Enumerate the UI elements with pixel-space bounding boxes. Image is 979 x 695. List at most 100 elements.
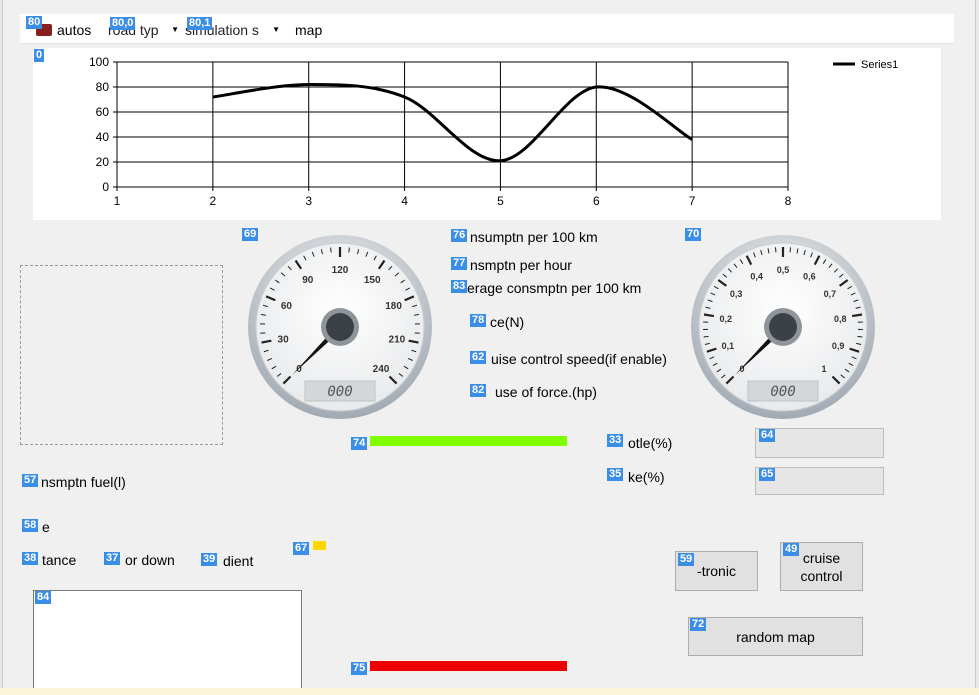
gauge-hub-inner: [769, 313, 797, 341]
tag-65: 65: [759, 468, 776, 481]
y-tick-label: 0: [102, 180, 109, 194]
label-58: e: [42, 519, 50, 535]
series-line: [212, 82, 693, 163]
yellow-indicator: [313, 541, 326, 550]
tag-74: 74: [351, 437, 368, 450]
gauge-hub-inner: [326, 313, 354, 341]
consumption-100km-label: nsumptn per 100 km: [470, 229, 598, 245]
tag-72: 72: [690, 618, 707, 631]
gauge-minor-tick: [348, 247, 350, 253]
brake-label: ke(%): [628, 469, 665, 485]
green-progress-bar: [370, 436, 567, 446]
gauge-tick-label: 240: [373, 364, 390, 375]
x-tick-label: 6: [593, 194, 600, 208]
consumption-hour-label: nsmptn per hour: [470, 257, 572, 273]
x-tick-label: 4: [401, 194, 408, 208]
tag-59: 59: [678, 553, 695, 566]
x-tick-label: 3: [305, 194, 312, 208]
gauge-tick-label: 0,7: [824, 289, 837, 299]
map-menu[interactable]: map: [295, 14, 322, 44]
tag-76: 76: [451, 229, 468, 242]
gauge-minor-tick: [857, 335, 863, 338]
tag-39: 39: [201, 553, 218, 566]
avg-consumption-label: erage consmptn per 100 km: [467, 280, 642, 296]
gauge-major-tick: [703, 313, 715, 318]
tag-64: 64: [759, 429, 776, 442]
gauge-tick-label: 150: [364, 275, 381, 286]
chevron-down-icon: ▼: [272, 25, 280, 34]
cruise-control-button-label: cruise control: [800, 549, 843, 584]
tag-57: 57: [22, 474, 39, 487]
gauge-tick-label: 0,3: [730, 289, 743, 299]
line-chart: 1 2 3 4 5 6 7 8 0 20 40 60 80 100 Series1: [33, 48, 941, 220]
gauge-tick-label: 0,4: [750, 271, 763, 281]
gauge-tick-label: 0,1: [722, 341, 735, 351]
random-map-button-label: random map: [736, 628, 815, 645]
gauge-tick-label: 90: [302, 275, 314, 286]
random-map-button[interactable]: random map: [688, 617, 863, 656]
gauge-tick-label: 1: [822, 364, 827, 374]
y-tick-label: 80: [96, 80, 110, 94]
y-tick-label: 100: [89, 55, 109, 69]
tag-77: 77: [451, 257, 468, 270]
chevron-down-icon: ▼: [171, 25, 179, 34]
tag-35: 35: [607, 468, 624, 481]
distance-label: tance: [42, 552, 77, 568]
gauge-major-tick: [851, 313, 863, 318]
tag-78: 78: [470, 314, 487, 327]
throttle-gauge: 00,10,20,30,40,50,60,70,80,91000: [691, 235, 875, 419]
tag-38: 38: [22, 552, 39, 565]
image-panel: [20, 265, 223, 445]
gauge-minor-tick: [703, 335, 709, 338]
gauge-tick-label: 0,6: [803, 271, 816, 281]
x-tick-label: 2: [210, 194, 217, 208]
tag-83: 83: [451, 280, 468, 293]
red-progress-bar: [370, 661, 567, 671]
window-left-edge: [0, 0, 3, 695]
tag-84: 84: [35, 591, 52, 604]
gauge-tick-label: 120: [332, 265, 349, 276]
autos-menu[interactable]: autos: [57, 14, 91, 44]
tag-80: 80: [26, 16, 43, 29]
gauge-tick-label: 0,9: [832, 341, 845, 351]
tag-49: 49: [783, 543, 800, 556]
gauge-tick-label: 210: [389, 334, 406, 345]
force-label: ce(N): [490, 314, 525, 330]
y-tick-label: 60: [96, 105, 110, 119]
gauge-tick-label: 60: [281, 301, 293, 312]
up-down-label: or down: [125, 552, 175, 568]
tag-70: 70: [685, 228, 702, 241]
tag-80-0: 80,0: [110, 17, 136, 30]
toolbar: autos road typ ▼ simulation s ▼ map: [20, 14, 954, 44]
gauge-tick-label: 0,5: [777, 265, 790, 275]
tag-82: 82: [470, 384, 487, 397]
y-tick-label: 20: [96, 155, 110, 169]
chart-svg: 1 2 3 4 5 6 7 8020406080100 Series1: [89, 55, 898, 208]
x-tick-label: 8: [785, 194, 792, 208]
tag-33: 33: [607, 434, 624, 447]
tag-67: 67: [293, 542, 310, 555]
gradient-label: dient: [223, 553, 254, 569]
tag-69: 69: [242, 228, 259, 241]
fuel-consumption-label: nsmptn fuel(l): [41, 474, 126, 490]
gauge-tick-label: 180: [385, 301, 402, 312]
legend-label: Series1: [861, 59, 898, 71]
gauge-tick-label: 30: [278, 334, 290, 345]
tag-80-1: 80,1: [187, 17, 213, 30]
gauge-tick-label: 0,2: [719, 314, 732, 324]
x-tick-label: 1: [114, 194, 121, 208]
tag-75: 75: [351, 662, 368, 675]
tronic-button-label: -tronic: [697, 563, 736, 579]
gauge-tick-label: 0,8: [834, 314, 847, 324]
use-of-force-label: use of force.(hp): [495, 384, 597, 400]
speed-gauge: 0306090120150180210240000: [248, 235, 432, 419]
tag-62: 62: [470, 351, 487, 364]
window-right-edge: [975, 0, 979, 695]
tag-0: 0: [34, 49, 45, 62]
output-textbox[interactable]: [33, 590, 302, 695]
cruise-speed-label: uise control speed(if enable): [491, 351, 667, 367]
status-strip: [0, 688, 979, 695]
tag-37: 37: [104, 552, 121, 565]
tag-58: 58: [22, 519, 39, 532]
gauge-display-value: 000: [327, 384, 352, 400]
